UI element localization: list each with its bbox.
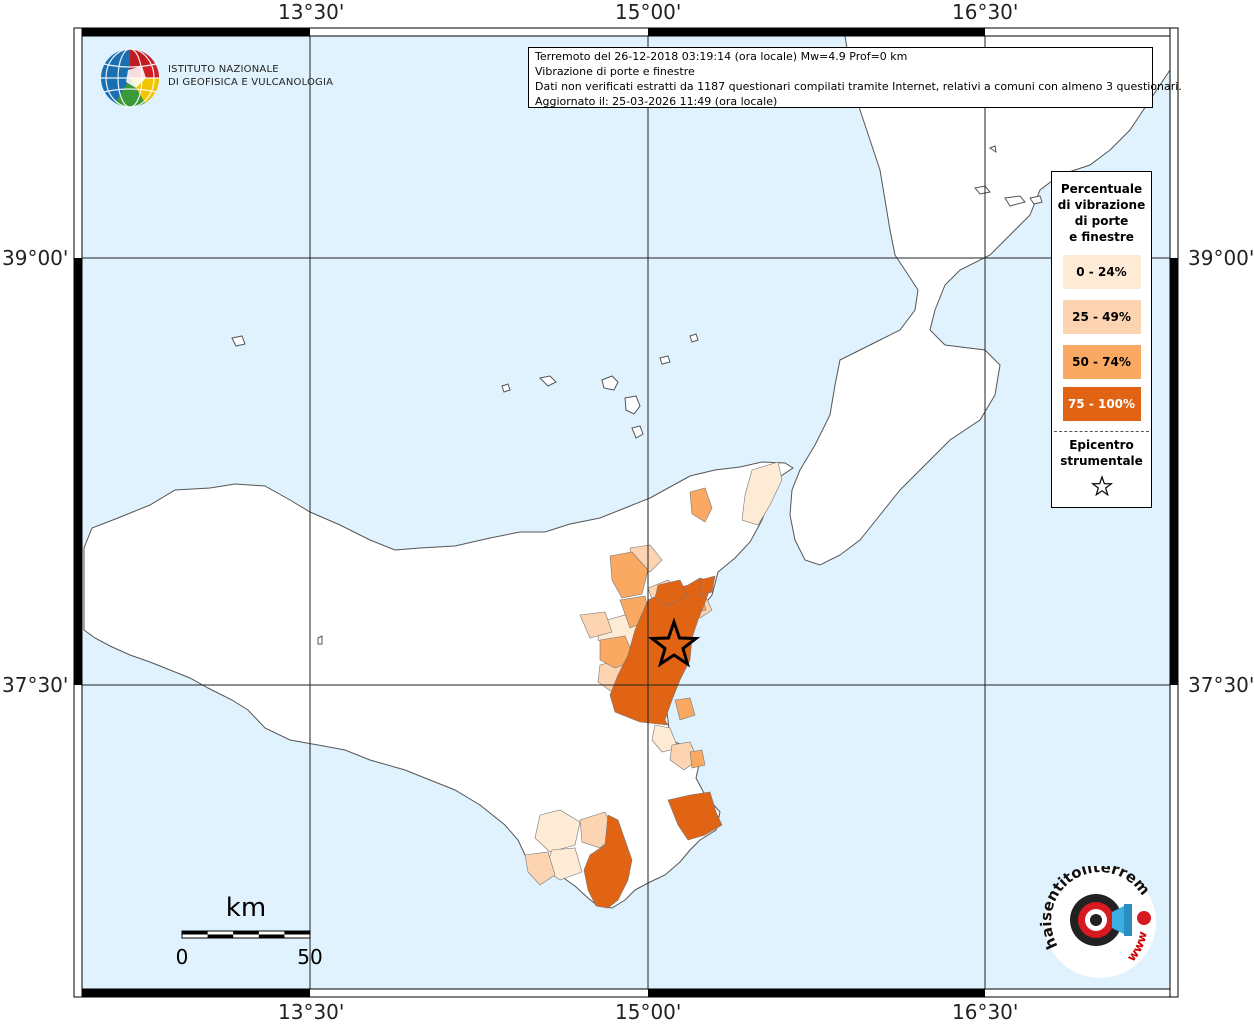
info-line-updated: Aggiornato il: 25-03-2026 11:49 (ora loc… — [535, 95, 778, 108]
right-label-2: 37°30' — [1188, 673, 1254, 697]
earthquake-info-box: Terremoto del 26-12-2018 03:19:14 (ora l… — [528, 47, 1182, 108]
legend: Percentuale di vibrazione di porte e fin… — [1051, 171, 1152, 508]
legend-class-label: 50 - 74% — [1072, 355, 1131, 369]
info-line-parameter: Vibrazione di porte e finestre — [535, 65, 695, 78]
scale-bar: km 0 50 — [176, 893, 323, 969]
municipality-class3 — [689, 749, 706, 769]
bottom-label-3: 16°30' — [952, 1000, 1019, 1024]
legend-star-icon — [1052, 475, 1151, 500]
scale-unit: km — [226, 893, 266, 923]
legend-class-0-24: 0 - 24% — [1062, 255, 1141, 289]
bottom-label-2: 15°00' — [615, 1000, 682, 1024]
legend-class-label: 75 - 100% — [1067, 397, 1136, 411]
left-label-2: 37°30' — [2, 673, 69, 697]
right-label-1: 39°00' — [1188, 246, 1254, 270]
legend-title-line: Percentuale — [1060, 182, 1143, 196]
legend-title-line: di porte — [1074, 214, 1129, 228]
legend-class-label: 0 - 24% — [1076, 265, 1127, 279]
legend-title: Percentuale di vibrazione di porte e fin… — [1052, 181, 1151, 245]
legend-class-25-49: 25 - 49% — [1062, 300, 1141, 334]
top-label-3: 16°30' — [952, 0, 1019, 24]
legend-class-75-100: 75 - 100% — [1062, 387, 1141, 421]
haisentito-logo-icon: haisentitoilterremoto.it www. — [1038, 866, 1156, 978]
top-label-1: 13°30' — [278, 0, 345, 24]
legend-class-50-74: 50 - 74% — [1062, 345, 1141, 379]
top-label-2: 15°00' — [615, 0, 682, 24]
institution-name-line2: DI GEOFISICA E VULCANOLOGIA — [168, 77, 334, 88]
bottom-label-1: 13°30' — [278, 1000, 345, 1024]
legend-divider — [1054, 431, 1149, 432]
legend-title-line: e finestre — [1069, 230, 1134, 244]
scale-end: 50 — [297, 945, 322, 969]
legend-epicenter-line: Epicentro — [1069, 438, 1134, 452]
legend-class-label: 25 - 49% — [1072, 310, 1131, 324]
legend-epicenter-line: strumentale — [1060, 454, 1143, 468]
left-label-1: 39°00' — [2, 246, 69, 270]
institution-name-line1: ISTITUTO NAZIONALE — [168, 64, 279, 75]
info-line-source: Dati non verificati estratti da 1187 que… — [535, 80, 1182, 93]
scale-start: 0 — [176, 945, 189, 969]
legend-epicenter-title: Epicentro strumentale — [1052, 437, 1151, 469]
info-line-event: Terremoto del 26-12-2018 03:19:14 (ora l… — [535, 50, 908, 63]
legend-title-line: di vibrazione — [1057, 198, 1146, 212]
institution-name: ISTITUTO NAZIONALE DI GEOFISICA E VULCAN… — [168, 63, 333, 89]
